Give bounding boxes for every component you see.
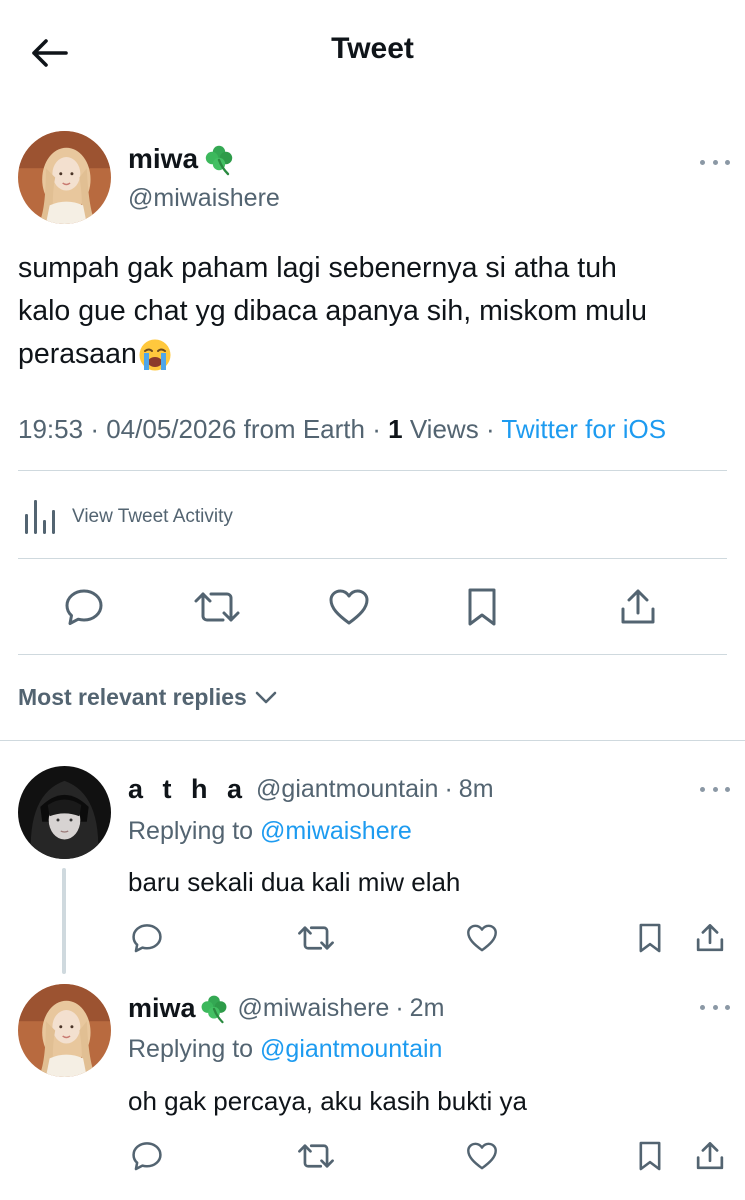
reply-header: miwa @miwaishere · 2m bbox=[128, 992, 444, 1024]
reply-avatar[interactable] bbox=[18, 766, 111, 859]
reply-author-handle[interactable]: @miwaishere bbox=[238, 994, 390, 1023]
separator: · bbox=[372, 414, 381, 444]
reply-time: 8m bbox=[458, 775, 494, 803]
chevron-down-icon bbox=[255, 691, 277, 703]
bookmark-icon bbox=[639, 1141, 661, 1171]
page-title: Tweet bbox=[331, 32, 414, 65]
reply-button[interactable] bbox=[126, 1136, 168, 1176]
share-icon bbox=[696, 1142, 724, 1170]
view-tweet-activity-button[interactable]: View Tweet Activity bbox=[22, 496, 233, 538]
views-count: 1 bbox=[388, 414, 403, 444]
separator: · bbox=[90, 414, 99, 444]
separator: · bbox=[395, 993, 404, 1022]
reply-author-handle[interactable]: @giantmountain bbox=[256, 775, 438, 804]
reply-header: a t h a @giantmountain · 8m bbox=[128, 774, 494, 805]
tweet-text-line: perasaan bbox=[18, 338, 137, 370]
more-options-button[interactable] bbox=[700, 782, 730, 796]
tweet-text: sumpah gak paham lagi sebenernya si atha… bbox=[18, 247, 728, 376]
reply-author-name[interactable]: miwa bbox=[128, 992, 230, 1024]
dot-icon bbox=[725, 786, 730, 792]
dot-icon bbox=[700, 159, 705, 165]
share-icon bbox=[621, 589, 655, 624]
heart-icon bbox=[329, 589, 369, 625]
reply-text: oh gak percaya, aku kasih bukti ya bbox=[128, 1086, 527, 1116]
clover-emoji-icon bbox=[205, 145, 233, 176]
tweet-date: 04/05/2026 bbox=[106, 414, 237, 444]
retweet-icon bbox=[298, 926, 334, 950]
separator: · bbox=[444, 775, 453, 803]
tweet-location: from Earth bbox=[243, 414, 365, 444]
share-button[interactable] bbox=[615, 586, 661, 628]
dot-icon bbox=[725, 159, 730, 165]
replying-mention-link[interactable]: @giantmountain bbox=[260, 1035, 442, 1063]
dot-icon bbox=[712, 159, 718, 165]
author-name[interactable]: miwa bbox=[128, 142, 236, 176]
like-button[interactable] bbox=[461, 1136, 503, 1176]
dot-icon bbox=[712, 786, 718, 792]
comment-icon bbox=[65, 589, 103, 625]
reply-avatar[interactable] bbox=[18, 984, 111, 1077]
tweet-meta: 19:53 · 04/05/2026 from Earth · 1 Views … bbox=[18, 414, 666, 445]
sort-replies-dropdown[interactable]: Most relevant replies bbox=[18, 684, 277, 711]
retweet-button[interactable] bbox=[191, 586, 243, 628]
dot-icon bbox=[725, 1004, 730, 1010]
bookmark-icon bbox=[468, 588, 496, 626]
thread-connector bbox=[62, 868, 66, 974]
retweet-button[interactable] bbox=[294, 1136, 338, 1176]
replying-to: Replying to @miwaishere bbox=[128, 817, 412, 846]
view-tweet-activity-label: View Tweet Activity bbox=[72, 506, 233, 527]
reply-time: 2m bbox=[409, 993, 445, 1022]
tweet-text-line: sumpah gak paham lagi sebenernya si atha… bbox=[18, 252, 617, 284]
bookmark-button[interactable] bbox=[630, 1136, 670, 1176]
retweet-button[interactable] bbox=[294, 918, 338, 958]
share-icon bbox=[696, 924, 724, 952]
sort-label: Most relevant replies bbox=[18, 684, 247, 710]
heart-icon bbox=[467, 1142, 497, 1170]
bar-chart-icon bbox=[25, 500, 55, 534]
more-options-button[interactable] bbox=[700, 1000, 730, 1014]
replying-mention-link[interactable]: @miwaishere bbox=[260, 817, 412, 845]
reply-author-name[interactable]: a t h a bbox=[128, 774, 248, 805]
divider bbox=[18, 558, 727, 559]
share-button[interactable] bbox=[690, 1136, 730, 1176]
reply-button[interactable] bbox=[126, 918, 168, 958]
replying-prefix: Replying to bbox=[128, 1035, 254, 1063]
like-button[interactable] bbox=[461, 918, 503, 958]
dot-icon bbox=[712, 1004, 718, 1010]
author-avatar[interactable] bbox=[18, 131, 111, 224]
reply-text: baru sekali dua kali miw elah bbox=[128, 867, 461, 897]
divider bbox=[18, 470, 727, 471]
retweet-icon bbox=[298, 1144, 334, 1168]
replying-to: Replying to @giantmountain bbox=[128, 1035, 442, 1064]
bookmark-button[interactable] bbox=[630, 918, 670, 958]
tweet-text-line: kalo gue chat yg dibaca apanya sih, misk… bbox=[18, 295, 647, 327]
comment-icon bbox=[132, 1142, 162, 1171]
clover-emoji-icon bbox=[201, 995, 226, 1024]
views-label: Views bbox=[409, 414, 479, 444]
heart-icon bbox=[467, 924, 497, 952]
top-bar: Tweet bbox=[0, 0, 745, 104]
share-button[interactable] bbox=[690, 918, 730, 958]
crying-face-emoji-icon bbox=[139, 339, 171, 370]
more-options-button[interactable] bbox=[700, 155, 730, 169]
dot-icon bbox=[700, 1004, 705, 1010]
divider bbox=[18, 654, 727, 655]
like-button[interactable] bbox=[326, 586, 372, 628]
bookmark-button[interactable] bbox=[460, 586, 504, 628]
retweet-icon bbox=[194, 592, 240, 622]
comment-icon bbox=[132, 924, 162, 953]
author-handle[interactable]: @miwaishere bbox=[128, 184, 280, 213]
separator: · bbox=[485, 414, 495, 444]
bookmark-icon bbox=[639, 923, 661, 953]
reply-button[interactable] bbox=[61, 586, 107, 628]
tweet-time: 19:53 bbox=[18, 414, 84, 444]
replying-prefix: Replying to bbox=[128, 817, 254, 845]
divider bbox=[0, 740, 745, 741]
tweet-source-link[interactable]: Twitter for iOS bbox=[501, 414, 666, 444]
dot-icon bbox=[700, 786, 705, 792]
